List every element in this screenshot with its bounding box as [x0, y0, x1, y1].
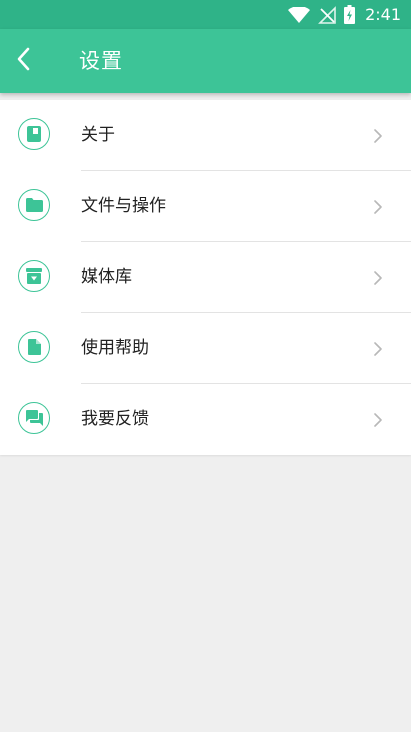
archive-icon — [18, 260, 50, 292]
signal-off-icon — [318, 5, 336, 24]
chevron-right-icon — [374, 271, 382, 285]
status-bar: 2:41 — [0, 0, 411, 29]
settings-item-label: 文件与操作 — [81, 196, 166, 216]
chevron-right-icon — [374, 413, 382, 427]
settings-item-label: 媒体库 — [81, 267, 132, 287]
settings-item-media-library[interactable]: 媒体库 — [0, 242, 411, 313]
chevron-right-icon — [374, 200, 382, 214]
battery-charging-icon — [344, 5, 356, 24]
back-button[interactable] — [4, 41, 44, 81]
status-icons: 2:41 — [288, 0, 401, 29]
status-time: 2:41 — [365, 5, 401, 24]
book-icon — [18, 118, 50, 150]
settings-item-label: 使用帮助 — [81, 338, 149, 358]
settings-list: 关于 文件与操作 媒体库 使用帮助 我要反馈 — [0, 100, 411, 455]
settings-item-label: 关于 — [81, 125, 115, 145]
app-bar: 设置 — [0, 29, 411, 93]
back-arrow-icon — [16, 47, 32, 75]
wifi-icon — [288, 6, 311, 23]
chevron-right-icon — [374, 129, 382, 143]
chat-icon — [18, 402, 50, 434]
settings-item-about[interactable]: 关于 — [0, 100, 411, 171]
chevron-right-icon — [374, 342, 382, 356]
folder-icon — [18, 189, 50, 221]
settings-item-feedback[interactable]: 我要反馈 — [0, 384, 411, 455]
document-icon — [18, 331, 50, 363]
page-title: 设置 — [79, 49, 123, 73]
settings-item-label: 我要反馈 — [81, 409, 149, 429]
settings-item-help[interactable]: 使用帮助 — [0, 313, 411, 384]
settings-item-files[interactable]: 文件与操作 — [0, 171, 411, 242]
